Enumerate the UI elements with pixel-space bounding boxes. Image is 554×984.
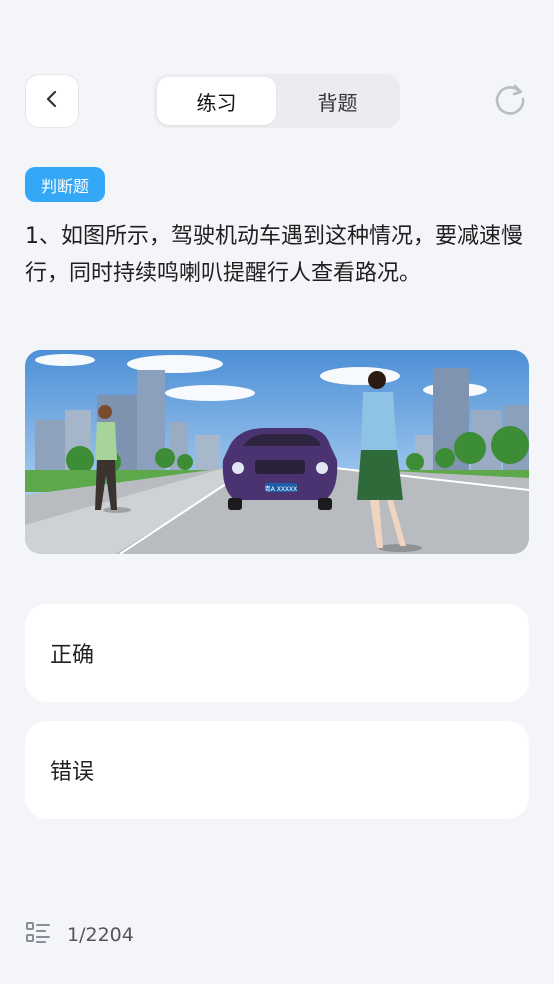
- question-image: 粤A XXXXX: [25, 350, 529, 554]
- question-text: 1、如图所示，驾驶机动车遇到这种情况，要减速慢行，同时持续鸣喇叭提醒行人查看路况…: [25, 224, 523, 286]
- tab-practice[interactable]: 练习: [157, 77, 276, 125]
- question-type-badge: 判断题: [25, 167, 105, 202]
- back-button[interactable]: [25, 74, 79, 128]
- question-list-icon: [25, 921, 51, 949]
- tab-memorize[interactable]: 背题: [278, 77, 397, 125]
- option-label: 错误: [50, 760, 95, 785]
- option-label: 正确: [50, 643, 95, 668]
- option-correct[interactable]: 正确: [25, 604, 529, 702]
- chevron-left-icon: [42, 89, 62, 113]
- question-progress[interactable]: 1/2204: [25, 921, 134, 949]
- license-plate: 粤A XXXXX: [265, 485, 298, 493]
- refresh-icon: [493, 82, 527, 120]
- progress-count: 1/2204: [67, 924, 134, 946]
- mode-tabs: 练习 背题: [154, 74, 400, 128]
- option-wrong[interactable]: 错误: [25, 721, 529, 819]
- refresh-button[interactable]: [490, 81, 530, 121]
